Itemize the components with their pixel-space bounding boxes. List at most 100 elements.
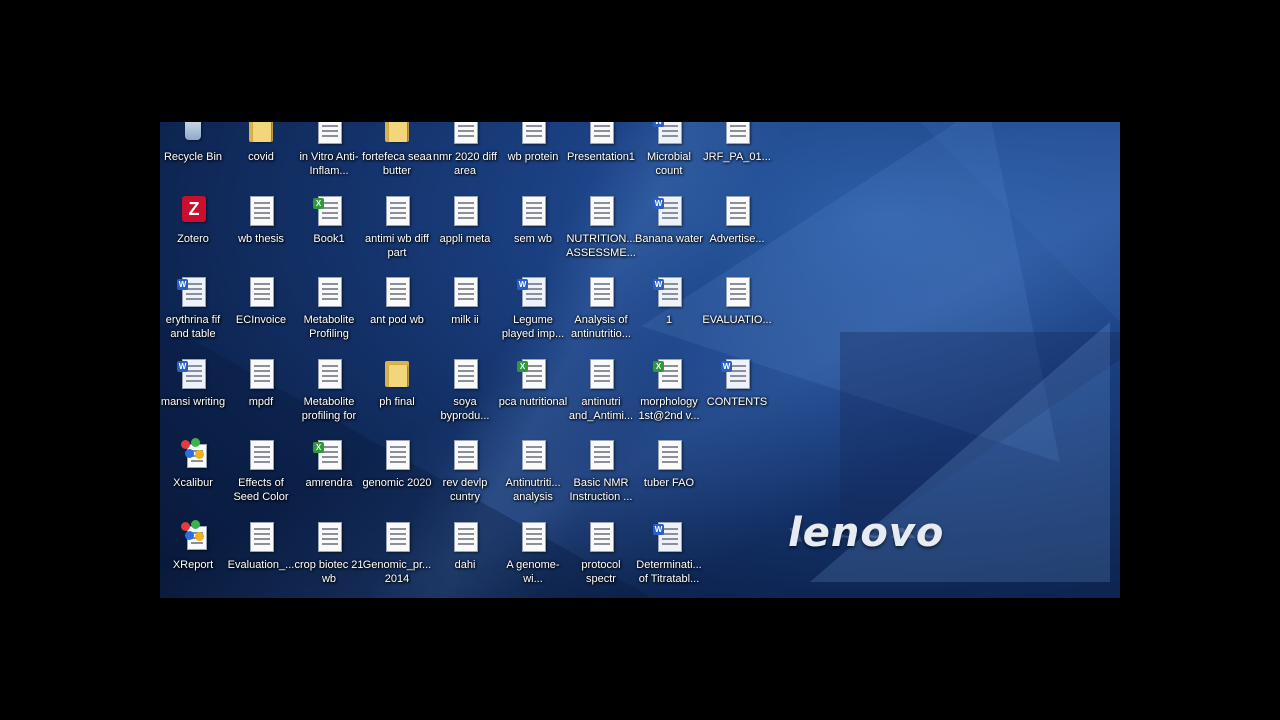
desktop-icon[interactable]: fortefeca seaa butter (362, 122, 432, 192)
desktop-icon-label: fortefeca seaa butter (362, 151, 432, 177)
document-icon (655, 438, 683, 470)
desktop-icon[interactable]: Antinutriti... analysis (498, 438, 568, 518)
desktop-icon-label: 1 (665, 314, 673, 326)
desktop-icon-label: Analysis of antinutritio... (571, 314, 631, 340)
desktop[interactable]: Recycle Bin Z Zotero Werythrina fif and tab… (160, 122, 1120, 598)
desktop-icon[interactable]: EVALUATIO... (702, 275, 772, 355)
desktop-icon[interactable]: Wmansi writing (160, 357, 228, 437)
desktop-icon[interactable]: ant pod wb (362, 275, 432, 355)
desktop-icon[interactable]: Presentation1 (566, 122, 636, 192)
desktop-icon[interactable]: Metabolite Profiling (294, 275, 364, 355)
document-icon (451, 122, 479, 144)
desktop-icon[interactable]: antimi wb diff part (362, 194, 432, 274)
desktop-icon[interactable]: Recycle Bin (160, 122, 228, 192)
desktop-icon[interactable]: Effects of Seed Color (226, 438, 296, 518)
desktop-icon-label: amrendra (305, 477, 353, 489)
desktop-icon[interactable]: Xamrendra (294, 438, 364, 518)
desktop-icon-label: sem wb (514, 232, 552, 245)
desktop-icon-label: antimi wb diff part (365, 232, 429, 259)
desktop-icon[interactable]: wb thesis (226, 194, 296, 274)
desktop-icon-label: Microbial count (646, 151, 691, 177)
desktop-icon-label: morphology 1st@2nd v... (638, 395, 700, 422)
desktop-icon[interactable]: Xpca nutritional (498, 357, 568, 437)
desktop-icon[interactable]: ph final (362, 357, 432, 437)
desktop-icon[interactable]: X Book1 (294, 194, 364, 274)
desktop-icon-label: wb thesis (238, 232, 284, 245)
desktop-icon[interactable]: appli meta (430, 194, 500, 274)
desktop-icon[interactable]: in Vitro Anti-Inflam... (294, 122, 364, 192)
desktop-icon[interactable]: A genome-wi... (498, 520, 568, 599)
word-document-icon: W (517, 275, 547, 307)
desktop-icon[interactable]: tuber FAO (634, 438, 704, 518)
document-icon (383, 275, 411, 307)
desktop-icon-label: antinutri and_Antimi... (568, 395, 634, 422)
xreport-icon (179, 519, 207, 552)
desktop-icon-label: pca nutritional (498, 395, 568, 408)
document-icon (587, 520, 615, 552)
desktop-icon[interactable]: nmr 2020 diff area (430, 122, 500, 192)
folder-icon (383, 122, 411, 144)
desktop-icon[interactable]: rev devlp cuntry (430, 438, 500, 518)
desktop-icon[interactable]: Z Zotero (160, 194, 228, 274)
desktop-icon[interactable]: W Microbial count (634, 122, 704, 192)
desktop-icon-label: Effects of Seed Color (233, 477, 289, 503)
desktop-icon[interactable]: Xcalibur (160, 438, 228, 518)
desktop-icon[interactable]: milk ii (430, 275, 500, 355)
desktop-icon[interactable]: W Banana water (634, 194, 704, 274)
document-icon (247, 275, 275, 307)
document-icon (451, 275, 479, 307)
document-icon (247, 357, 275, 389)
desktop-icon[interactable]: Advertise... (702, 194, 772, 274)
desktop-icon[interactable]: Metabolite profiling for (294, 357, 364, 437)
desktop-icon-label: rev devlp cuntry (442, 477, 488, 503)
document-icon (587, 194, 615, 226)
document-icon (451, 194, 479, 226)
desktop-icon-label: soya byprodu... (440, 395, 490, 422)
desktop-icon-label: Recycle Bin (163, 151, 223, 163)
desktop-icon[interactable]: sem wb (498, 194, 568, 274)
desktop-icon[interactable]: soya byprodu... (430, 357, 500, 437)
desktop-icon-label: tuber FAO (643, 477, 695, 489)
desktop-icon[interactable]: Analysis of antinutritio... (566, 275, 636, 355)
document-icon (587, 438, 615, 470)
desktop-icon-label: Metabolite Profiling (303, 314, 355, 340)
word-document-icon: W (177, 357, 207, 389)
desktop-icon[interactable]: W Determinati... of Titratabl... (634, 520, 704, 599)
desktop-icon[interactable]: crop biotec 21 wb (294, 520, 364, 599)
desktop-icon-label: covid (248, 151, 274, 163)
desktop-icon[interactable]: covid (226, 122, 296, 192)
desktop-icon[interactable]: genomic 2020 (362, 438, 432, 518)
desktop-icon[interactable]: NUTRITION... ASSESSME... (566, 194, 636, 274)
desktop-icon[interactable]: dahi (430, 520, 500, 599)
desktop-icon[interactable]: W1 (634, 275, 704, 355)
recycle-bin-icon (179, 122, 207, 144)
desktop-icon[interactable]: ECInvoice (226, 275, 296, 355)
desktop-icon[interactable]: Evaluation_... (226, 520, 296, 599)
desktop-icon[interactable]: W CONTENTS (702, 357, 772, 437)
desktop-icon[interactable]: wb protein (498, 122, 568, 192)
document-icon (383, 194, 411, 226)
desktop-icon[interactable]: protocol spectr (566, 520, 636, 599)
zotero-icon: Z (179, 194, 207, 226)
document-icon (723, 122, 751, 144)
word-document-icon: W (177, 275, 207, 307)
desktop-icon[interactable]: Genomic_pr... 2014 (362, 520, 432, 599)
desktop-icon-label: erythrina fif and table (165, 314, 221, 340)
excel-document-icon: X (313, 438, 343, 470)
word-document-icon: W (721, 357, 751, 389)
desktop-icon-label: ph final (379, 395, 415, 408)
desktop-icon[interactable]: mpdf (226, 357, 296, 437)
desktop-icon-label: wb protein (507, 151, 559, 163)
document-icon (519, 520, 547, 552)
desktop-icon-label: XReport (172, 558, 214, 571)
document-icon (451, 357, 479, 389)
document-icon (383, 438, 411, 470)
excel-document-icon: X (313, 194, 343, 226)
desktop-icon[interactable]: Xmorphology 1st@2nd v... (634, 357, 704, 437)
desktop-icon[interactable]: Werythrina fif and table (160, 275, 228, 355)
desktop-icon[interactable]: JRF_PA_01... (702, 122, 772, 192)
desktop-icon[interactable]: Basic NMR Instruction ... (566, 438, 636, 518)
desktop-icon[interactable]: antinutri and_Antimi... (566, 357, 636, 437)
desktop-icon[interactable]: W Legume played imp... (498, 275, 568, 355)
desktop-icon[interactable]: XReport (160, 519, 228, 599)
